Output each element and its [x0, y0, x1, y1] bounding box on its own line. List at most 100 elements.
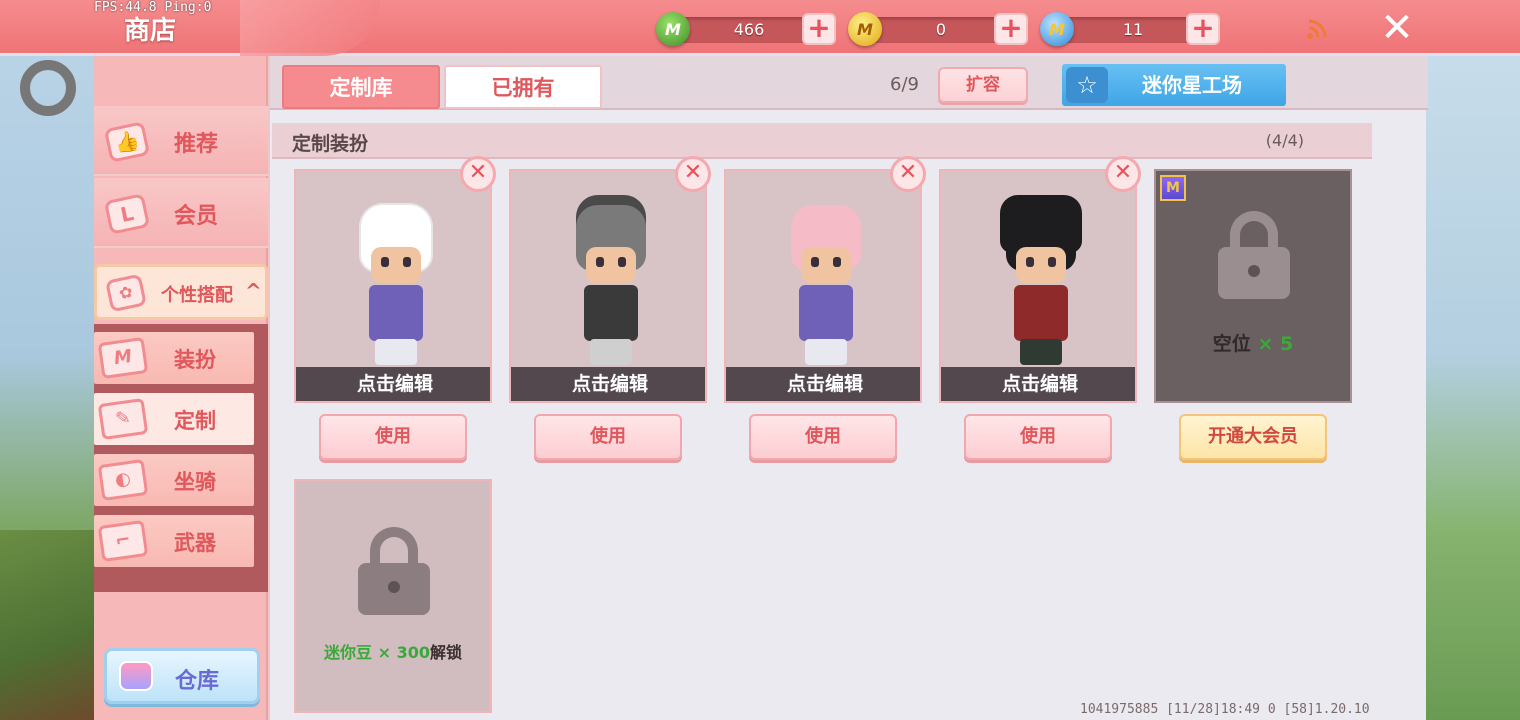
background-scene-right	[1425, 56, 1520, 720]
custom-pencil-icon: ✎	[97, 397, 149, 441]
sidebar-subitem-label: 定制	[174, 409, 216, 433]
edit-outfit-label[interactable]: 点击编辑	[726, 367, 920, 401]
unlock-currency-label: 迷你豆	[324, 643, 373, 662]
section-count: (4/4)	[1265, 131, 1304, 150]
sidebar-subitem-label: 武器	[174, 531, 216, 555]
add-blue-currency-button[interactable]: +	[1186, 13, 1220, 45]
character-preview	[351, 199, 441, 369]
style-mix-icon: ✿	[99, 271, 153, 315]
sidebar-subitem-custom[interactable]: ✎ 定制	[94, 393, 254, 445]
close-icon[interactable]: ✕	[1376, 8, 1418, 48]
sidebar-item-label: 推荐	[174, 132, 219, 157]
mini-star-workshop-label: 迷你星工场	[1142, 73, 1242, 97]
use-outfit-button[interactable]: 使用	[749, 414, 897, 460]
tab-bar: 定制库 已拥有 6/9 扩容 ☆ 迷你星工场	[270, 56, 1428, 110]
delete-outfit-button[interactable]: ✕	[890, 156, 926, 192]
outfit-card[interactable]: 点击编辑	[509, 169, 707, 403]
mini-star-workshop-button[interactable]: ☆ 迷你星工场	[1062, 64, 1286, 106]
outfit-card[interactable]: 点击编辑	[294, 169, 492, 403]
character-face	[586, 247, 636, 283]
warehouse-label: 仓库	[175, 669, 220, 694]
signal-icon	[1307, 19, 1327, 39]
capacity-count: 6/9	[890, 74, 919, 95]
sidebar-subitem-label: 坐骑	[174, 470, 216, 494]
gold-coin-icon: M	[848, 12, 882, 46]
bean-locked-slot[interactable]: 迷你豆 × 300解锁	[294, 479, 492, 713]
expand-capacity-button[interactable]: 扩容	[938, 67, 1028, 103]
sidebar-submenu: M 装扮 ✎ 定制 ◐ 坐骑 ⌐ 武器	[94, 324, 268, 592]
use-outfit-button[interactable]: 使用	[319, 414, 467, 460]
vip-badge-icon: M	[1160, 175, 1186, 201]
chevron-up-icon: ^	[245, 279, 262, 303]
character-preview	[566, 199, 656, 369]
empty-slots-label: 空位	[1212, 333, 1251, 355]
edit-outfit-label[interactable]: 点击编辑	[511, 367, 705, 401]
character-preview	[996, 199, 1086, 369]
sidebar-item-style-mix[interactable]: ✿ 个性搭配 ^	[94, 264, 268, 320]
green-gem-coin-icon: M	[656, 12, 690, 46]
mount-icon: ◐	[97, 458, 149, 502]
section-title: 定制装扮	[292, 133, 369, 155]
delete-outfit-button[interactable]: ✕	[460, 156, 496, 192]
vip-locked-slot: M 空位 × 5	[1154, 169, 1352, 403]
unlock-cost-text: 迷你豆 × 300解锁	[296, 639, 490, 663]
character-face	[801, 247, 851, 283]
sidebar-item-label: 会员	[174, 204, 219, 229]
outfit-card[interactable]: 点击编辑	[939, 169, 1137, 403]
outfit-icon: M	[97, 336, 149, 380]
delete-outfit-button[interactable]: ✕	[1105, 156, 1141, 192]
edit-outfit-label[interactable]: 点击编辑	[941, 367, 1135, 401]
empty-slots-text: 空位 × 5	[1156, 329, 1350, 356]
sidebar-subitem-mount[interactable]: ◐ 坐骑	[94, 454, 254, 506]
record-circle-icon[interactable]	[20, 60, 76, 116]
main-panel: 定制库 已拥有 6/9 扩容 ☆ 迷你星工场 定制装扮 (4/4) 点击编辑 ✕…	[268, 56, 1428, 720]
character-legs	[1020, 339, 1062, 365]
member-card-icon: L	[100, 192, 154, 236]
character-face	[1016, 247, 1066, 283]
thumbs-up-icon: 👍	[100, 120, 154, 164]
character-legs	[805, 339, 847, 365]
warehouse-button[interactable]: 仓库	[104, 648, 260, 704]
blue-coin-icon: M	[1040, 12, 1074, 46]
character-top	[369, 285, 423, 341]
icon-glyph: 👍	[103, 121, 151, 163]
outfit-card[interactable]: 点击编辑	[724, 169, 922, 403]
lock-icon	[1218, 211, 1290, 299]
icon-glyph: L	[103, 193, 151, 235]
version-info: 1041975885 [11/28]18:49 0 [58]1.20.10	[1080, 702, 1370, 717]
sidebar-item-member[interactable]: L 会员	[94, 178, 268, 248]
lock-icon	[358, 527, 430, 615]
sidebar: 👍 推荐 L 会员 ✿ 个性搭配 ^ M 装扮 ✎ 定制 ◐ 坐骑 ⌐ 武器 仓…	[94, 56, 268, 720]
sidebar-item-label: 个性搭配	[161, 285, 233, 306]
sidebar-subitem-weapon[interactable]: ⌐ 武器	[94, 515, 254, 567]
open-vip-button[interactable]: 开通大会员	[1179, 414, 1327, 460]
edit-outfit-label[interactable]: 点击编辑	[296, 367, 490, 401]
add-gold-currency-button[interactable]: +	[994, 13, 1028, 45]
currency-blue: 11 M +	[1040, 12, 1222, 46]
title-decoration	[240, 0, 380, 56]
top-bar: FPS:44.8 Ping:0 商店 466 M + 0 M + 11 M + …	[0, 0, 1520, 56]
delete-outfit-button[interactable]: ✕	[675, 156, 711, 192]
character-legs	[590, 339, 632, 365]
warehouse-icon	[119, 661, 153, 691]
section-header: 定制装扮 (4/4)	[272, 123, 1372, 159]
sidebar-subitem-label: 装扮	[174, 348, 216, 372]
star-icon: ☆	[1066, 67, 1108, 103]
currency-gold: 0 M +	[848, 12, 1030, 46]
character-face	[371, 247, 421, 283]
tab-owned[interactable]: 已拥有	[444, 65, 602, 109]
add-green-currency-button[interactable]: +	[802, 13, 836, 45]
character-top	[1014, 285, 1068, 341]
weapon-gun-icon: ⌐	[97, 519, 149, 563]
unlock-label: 解锁	[429, 643, 462, 662]
sidebar-item-recommend[interactable]: 👍 推荐	[94, 106, 268, 176]
tab-custom-library[interactable]: 定制库	[282, 65, 440, 109]
sidebar-subitem-outfit[interactable]: M 装扮	[94, 332, 254, 384]
character-preview	[781, 199, 871, 369]
unlock-cost-count: × 300	[377, 643, 430, 662]
use-outfit-button[interactable]: 使用	[964, 414, 1112, 460]
page-title: 商店	[124, 16, 177, 46]
character-top	[584, 285, 638, 341]
use-outfit-button[interactable]: 使用	[534, 414, 682, 460]
background-scene-left	[0, 56, 94, 720]
